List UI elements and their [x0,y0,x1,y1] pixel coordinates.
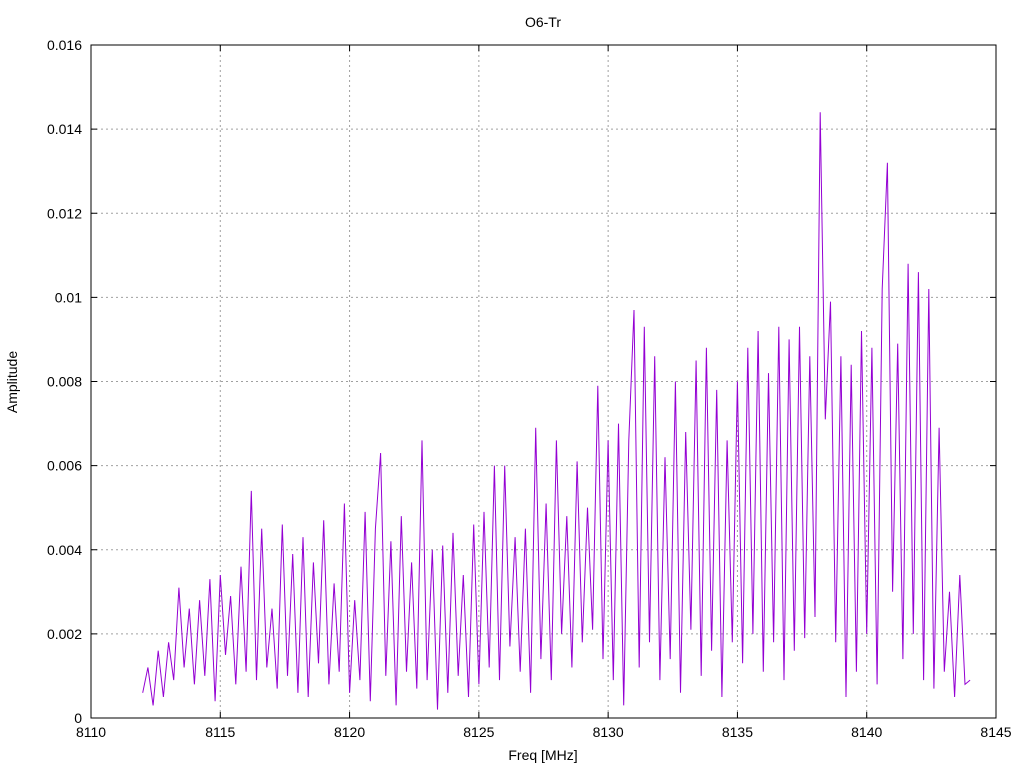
x-tick-label: 8120 [334,724,365,740]
y-tick-label: 0 [74,710,82,726]
x-axis-label: Freq [MHz] [508,747,577,763]
y-tick-label: 0.012 [47,205,82,221]
ticks: 8110 8115 8120 8125 8130 8135 8140 8145 0 0.002 0.… [47,37,1012,740]
series-line-o6-tr [142,112,971,710]
y-tick-label: 0.004 [47,542,82,558]
chart: O6-Tr Freq [MHz] Amplitude 8110 8115 8120 8… [4,14,1012,763]
chart-title: O6-Tr [525,14,561,30]
x-tick-label: 8115 [205,724,235,740]
x-tick-label: 8145 [980,724,1011,740]
y-tick-label: 0.008 [47,374,82,390]
y-tick-label: 0.01 [55,289,82,305]
x-tick-label: 8110 [76,724,106,740]
y-axis-label: Amplitude [4,351,20,413]
y-tick-label: 0.016 [47,37,82,53]
x-tick-label: 8135 [722,724,753,740]
y-tick-label: 0.006 [47,458,82,474]
x-tick-label: 8125 [463,724,494,740]
x-tick-label: 8140 [851,724,882,740]
y-tick-label: 0.002 [47,626,82,642]
y-tick-label: 0.014 [47,121,82,137]
x-tick-label: 8130 [593,724,624,740]
